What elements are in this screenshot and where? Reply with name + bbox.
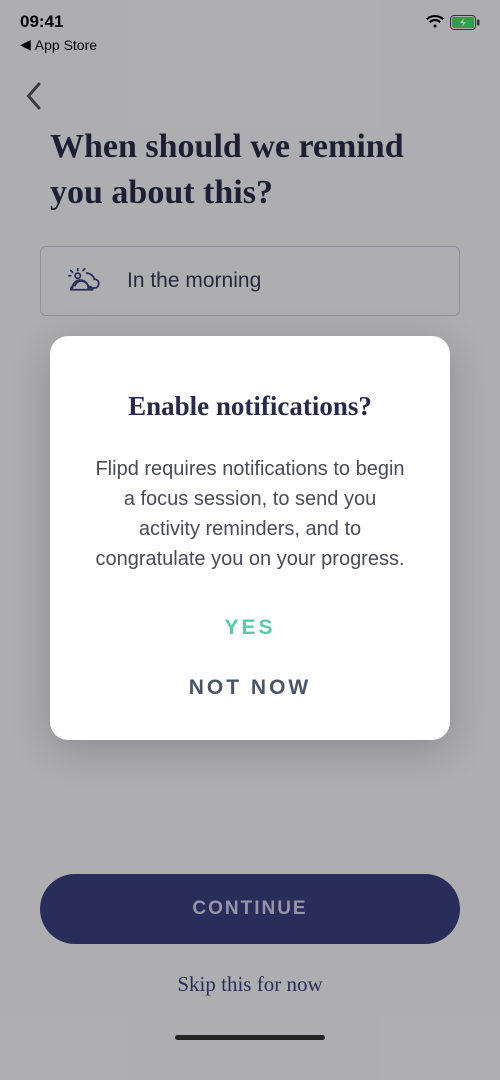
modal-yes-button[interactable]: YES bbox=[85, 616, 415, 640]
notification-modal: Enable notifications? Flipd requires not… bbox=[50, 336, 450, 740]
modal-body: Flipd requires notifications to begin a … bbox=[85, 454, 415, 574]
modal-notnow-button[interactable]: NOT NOW bbox=[85, 676, 415, 700]
modal-overlay[interactable]: Enable notifications? Flipd requires not… bbox=[0, 0, 500, 1080]
modal-title: Enable notifications? bbox=[85, 391, 415, 422]
